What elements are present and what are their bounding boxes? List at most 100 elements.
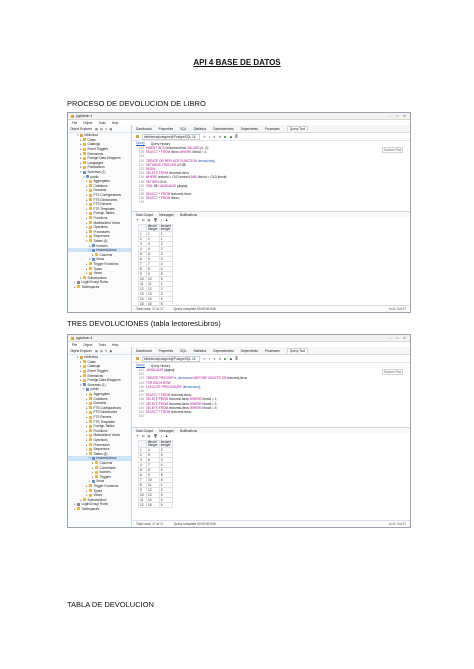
delete-icon[interactable]: 🗑	[153, 218, 157, 222]
sql-code[interactable]: INSERT INTO lectoresLibros VALUES (4, 2)…	[146, 146, 407, 205]
tree-item-label: Views	[93, 493, 102, 498]
menu-object[interactable]: Object	[83, 343, 92, 347]
minimize-icon[interactable]: –	[388, 114, 393, 118]
tree-item-label: lectoresLibros	[96, 456, 117, 461]
menu-file[interactable]: File	[72, 343, 77, 347]
terminal-icon[interactable]: ▣	[109, 127, 112, 131]
tree-item-label: Aggregates	[93, 179, 110, 184]
save-icon[interactable]: ▪	[209, 357, 210, 361]
tab-messages[interactable]: Messages	[159, 213, 174, 217]
filter-icon[interactable]: ⚲	[105, 127, 107, 131]
tab-processes[interactable]: Processes	[265, 127, 280, 131]
sql-editor[interactable]: 127 128 129 130 131 132 133 134 135 136 137 138 139 1…	[136, 146, 406, 205]
chart-icon[interactable]: ▲	[165, 218, 168, 222]
tab-dashboard[interactable]: Dashboard	[136, 127, 152, 131]
explain-icon[interactable]: ≣	[235, 357, 238, 361]
tab-dependencies[interactable]: Dependencies	[213, 349, 233, 353]
tab-statistics[interactable]: Statistics	[194, 349, 207, 353]
tab-properties[interactable]: Properties	[159, 127, 174, 131]
chart-icon[interactable]: ▲	[165, 434, 168, 438]
tree-item[interactable]: ▸ Tablespaces	[68, 285, 131, 290]
tab-query-history[interactable]: Query History	[151, 364, 170, 368]
menu-help[interactable]: Help	[112, 121, 119, 125]
stop-icon[interactable]: ■	[230, 357, 232, 361]
tab-dashboard[interactable]: Dashboard	[136, 349, 152, 353]
menu-tools[interactable]: Tools	[98, 121, 105, 125]
scratch-pad-button[interactable]: Scratch Pad	[381, 147, 403, 153]
open-file-icon[interactable]: ▭	[203, 135, 206, 139]
tab-processes[interactable]: Processes	[265, 349, 280, 353]
tab-query-history[interactable]: Query History	[151, 142, 170, 146]
table-icon[interactable]: ▤	[100, 127, 103, 131]
tab-sql[interactable]: SQL	[180, 349, 186, 353]
column-header[interactable]: lectorid integer	[158, 440, 174, 448]
minimize-icon[interactable]: –	[388, 336, 393, 340]
tab-query-tool[interactable]: Query Tool	[286, 348, 309, 353]
sql-code[interactable]: LANGUAGE plpgsql; CREATE TRIGGER tr_devol…	[146, 368, 407, 418]
download-icon[interactable]: ⤓	[161, 434, 162, 438]
filter-icon[interactable]: ⚲	[105, 349, 107, 353]
execute-icon[interactable]	[224, 357, 228, 360]
tree-item[interactable]: ▸ Tablespaces	[68, 507, 131, 512]
close-icon[interactable]: ✕	[402, 336, 407, 340]
tab-query-tool[interactable]: Query Tool	[286, 126, 309, 131]
table-cell[interactable]: 5	[158, 502, 174, 508]
tree-item-label: biblioteca	[84, 133, 98, 138]
menu-file[interactable]: File	[72, 121, 77, 125]
tab-properties[interactable]: Properties	[159, 349, 174, 353]
tab-dependents[interactable]: Dependents	[241, 349, 258, 353]
paste-icon[interactable]: ▤	[147, 218, 150, 222]
filter-icon[interactable]: ⚲	[219, 135, 221, 139]
edit-icon[interactable]: ✎	[213, 135, 216, 139]
stop-icon[interactable]: ■	[230, 135, 232, 139]
filter-icon[interactable]: ⚲	[219, 357, 221, 361]
execute-icon[interactable]	[224, 135, 228, 138]
maximize-icon[interactable]: □	[395, 114, 400, 118]
tab-notifications[interactable]: Notifications	[180, 213, 197, 217]
table-row[interactable]: 12 15 5	[138, 502, 174, 508]
tab-data-output[interactable]: Data Output	[136, 429, 153, 433]
table-cell[interactable]: 15	[146, 502, 160, 508]
tab-messages[interactable]: Messages	[159, 429, 174, 433]
tab-dependents[interactable]: Dependents	[241, 127, 258, 131]
terminal-icon[interactable]: ▣	[109, 349, 112, 353]
tree-item-label: Domains	[93, 401, 107, 406]
sql-editor[interactable]: 141 142 143 144 145 146 147 148 149 150 151 152 LAN…	[136, 368, 406, 418]
open-file-icon[interactable]: ▭	[203, 357, 206, 361]
tab-data-output[interactable]: Data Output	[136, 213, 153, 217]
connection-select[interactable]: biblioteca/postgres@PostgreSQL 16	[142, 133, 200, 140]
close-icon[interactable]: ✕	[402, 114, 407, 118]
connection-select[interactable]: biblioteca/postgres@PostgreSQL 16	[142, 355, 200, 362]
explain-icon[interactable]: ≣	[235, 135, 238, 139]
tab-notifications[interactable]: Notifications	[180, 429, 197, 433]
tab-sql[interactable]: SQL	[180, 127, 186, 131]
add-row-icon[interactable]: ＋	[136, 434, 139, 438]
column-header[interactable]: lectorid integer	[158, 224, 174, 232]
delete-icon[interactable]: 🗑	[153, 434, 157, 438]
menu-help[interactable]: Help	[112, 343, 119, 347]
menu-object[interactable]: Object	[83, 121, 92, 125]
add-row-icon[interactable]: ＋	[136, 218, 139, 222]
maximize-icon[interactable]: □	[395, 336, 400, 340]
folder-icon	[89, 188, 92, 192]
copy-icon[interactable]: ⧉	[142, 434, 144, 438]
tab-statistics[interactable]: Statistics	[194, 127, 207, 131]
download-icon[interactable]: ⤓	[161, 218, 162, 222]
folder-icon	[89, 193, 92, 197]
paste-icon[interactable]: ▤	[147, 434, 150, 438]
database-icon[interactable]: ▦	[95, 127, 98, 131]
tree-item-label: lectoresLibros	[96, 248, 117, 253]
save-icon[interactable]: ▪	[209, 135, 210, 139]
table-icon	[92, 479, 95, 483]
table-icon[interactable]: ▤	[100, 349, 103, 353]
menu-tools[interactable]: Tools	[98, 343, 105, 347]
column-header[interactable]: libroid integer	[146, 440, 160, 448]
tab-dependencies[interactable]: Dependencies	[213, 127, 233, 131]
folder-icon	[89, 410, 92, 414]
edit-icon[interactable]: ✎	[213, 357, 216, 361]
folder-icon	[83, 161, 86, 165]
scratch-pad-button[interactable]: Scratch Pad	[381, 369, 403, 375]
column-header[interactable]: libroid integer	[146, 224, 160, 232]
database-icon[interactable]: ▦	[95, 349, 98, 353]
copy-icon[interactable]: ⧉	[142, 218, 144, 222]
